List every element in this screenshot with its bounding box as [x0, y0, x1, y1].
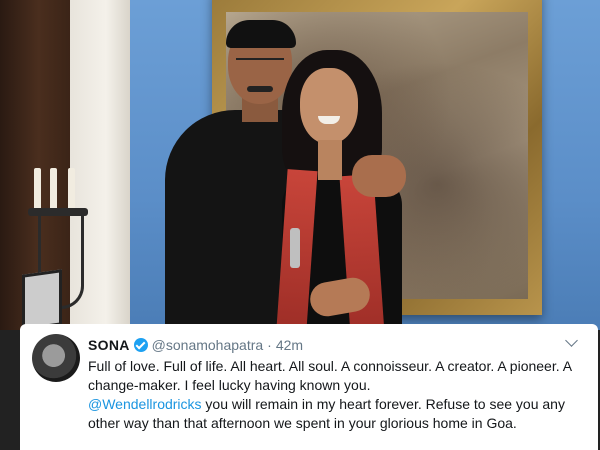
- glasses: [236, 58, 284, 70]
- small-picture-frame: [22, 269, 62, 330]
- candle: [50, 168, 57, 210]
- author-name[interactable]: SONA: [88, 337, 130, 353]
- sconce-bar: [28, 208, 88, 216]
- tweet-card: SONA @sonamohapatra · 42m Full of love. …: [20, 324, 598, 450]
- man-hair: [226, 20, 296, 48]
- tweet-header: SONA @sonamohapatra · 42m: [88, 335, 303, 355]
- hand-on-shoulder: [352, 155, 406, 197]
- verified-badge-icon: [133, 338, 148, 352]
- mustache: [247, 86, 273, 92]
- photo: [0, 0, 600, 330]
- tweet-body: Full of love. Full of life. All heart. A…: [88, 357, 583, 433]
- timestamp[interactable]: 42m: [276, 337, 303, 353]
- mention-link[interactable]: @Wendellrodricks: [88, 396, 202, 412]
- woman-neck: [318, 140, 342, 180]
- candle: [68, 168, 75, 210]
- author-handle[interactable]: @sonamohapatra: [152, 337, 264, 353]
- tweet-text-part-1: Full of love. Full of life. All heart. A…: [88, 358, 572, 393]
- avatar[interactable]: [32, 334, 80, 382]
- pendant-necklace: [290, 228, 300, 268]
- candle: [34, 168, 41, 210]
- tweet-text: Full of love. Full of life. All heart. A…: [88, 357, 583, 433]
- separator-dot: ·: [267, 337, 272, 353]
- chevron-down-icon[interactable]: [565, 334, 578, 347]
- candle-sconce: [28, 160, 88, 309]
- woman-face: [300, 68, 358, 144]
